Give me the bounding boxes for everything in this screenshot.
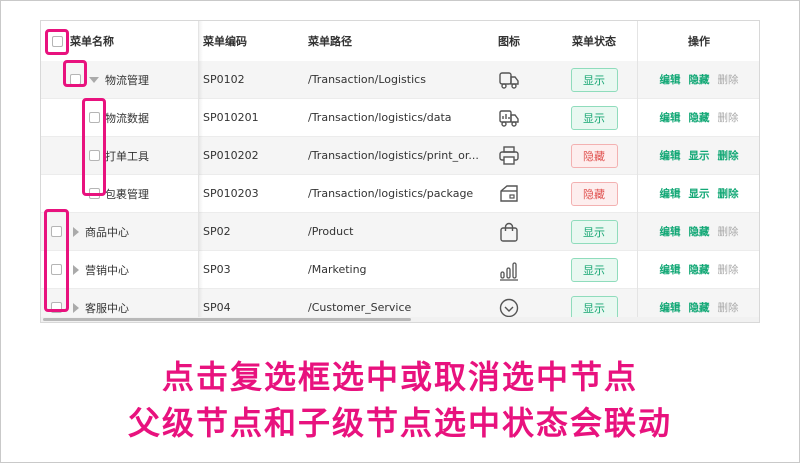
status-badge: 隐藏 bbox=[570, 181, 618, 206]
table-row[interactable]: 物流管理 SP0102 /Transaction/Logistics 显示 编辑… bbox=[41, 61, 759, 99]
shopping-bag-icon bbox=[500, 222, 518, 242]
package-icon bbox=[500, 184, 518, 202]
edit-button[interactable]: 编辑 bbox=[660, 186, 681, 201]
delete-button[interactable]: 删除 bbox=[718, 186, 739, 201]
row-name: 包裹管理 bbox=[105, 187, 149, 201]
row-code: SP010201 bbox=[203, 111, 259, 124]
col-header-path: 菜单路径 bbox=[308, 35, 352, 48]
delete-button[interactable]: 删除 bbox=[718, 148, 739, 163]
table-row[interactable]: 物流数据 SP010201 /Transaction/logistics/dat… bbox=[41, 99, 759, 137]
caption-line-2: 父级节点和子级节点选中状态会联动 bbox=[127, 404, 672, 442]
row-path: /Product bbox=[308, 225, 354, 238]
highlight-select-all bbox=[45, 29, 69, 55]
toggle-visibility-button[interactable]: 显示 bbox=[689, 148, 710, 163]
row-code: SP0102 bbox=[203, 73, 245, 86]
delivery-stats-icon bbox=[499, 109, 519, 127]
row-path: /Transaction/logistics/package bbox=[308, 187, 474, 200]
status-badge: 隐藏 bbox=[570, 143, 618, 168]
toggle-visibility-button[interactable]: 隐藏 bbox=[689, 300, 710, 315]
status-badge: 显示 bbox=[570, 67, 618, 92]
delete-button[interactable]: 删除 bbox=[718, 262, 739, 277]
row-name: 打单工具 bbox=[105, 149, 149, 163]
col-header-ops: 操作 bbox=[688, 35, 710, 48]
table-row[interactable]: 打单工具 SP010202 /Transaction/logistics/pri… bbox=[41, 137, 759, 175]
bar-chart-icon bbox=[500, 261, 518, 281]
column-divider bbox=[637, 21, 638, 317]
row-code: SP010202 bbox=[203, 149, 259, 162]
row-code: SP02 bbox=[203, 225, 231, 238]
delete-button[interactable]: 删除 bbox=[718, 110, 739, 125]
row-name: 商品中心 bbox=[85, 225, 129, 239]
delete-button[interactable]: 删除 bbox=[718, 72, 739, 87]
row-path: /Marketing bbox=[308, 263, 367, 276]
col-header-icon: 图标 bbox=[498, 35, 520, 48]
caret-right-icon[interactable] bbox=[73, 264, 79, 275]
row-path: /Transaction/logistics/data bbox=[308, 111, 452, 124]
row-code: SP03 bbox=[203, 263, 231, 276]
customer-service-icon bbox=[499, 298, 519, 317]
toggle-visibility-button[interactable]: 隐藏 bbox=[689, 72, 710, 87]
toggle-visibility-button[interactable]: 隐藏 bbox=[689, 110, 710, 125]
col-header-code: 菜单编码 bbox=[203, 35, 247, 48]
highlight-sibling-checkboxes bbox=[44, 209, 69, 312]
table-header: 菜单名称 菜单编码 菜单路径 图标 菜单状态 操作 bbox=[41, 21, 759, 62]
toggle-visibility-button[interactable]: 隐藏 bbox=[689, 262, 710, 277]
caret-right-icon[interactable] bbox=[73, 302, 79, 313]
toggle-visibility-button[interactable]: 显示 bbox=[689, 186, 710, 201]
col-header-status: 菜单状态 bbox=[572, 35, 616, 48]
delete-button[interactable]: 删除 bbox=[718, 300, 739, 315]
caption-line-1: 点击复选框选中或取消选中节点 bbox=[161, 358, 638, 396]
edit-button[interactable]: 编辑 bbox=[660, 110, 681, 125]
delete-button[interactable]: 删除 bbox=[718, 224, 739, 239]
row-path: /Transaction/Logistics bbox=[308, 73, 426, 86]
status-badge: 显示 bbox=[570, 219, 618, 244]
caret-right-icon[interactable] bbox=[73, 226, 79, 237]
status-badge: 显示 bbox=[570, 295, 618, 320]
row-name: 营销中心 bbox=[85, 263, 129, 277]
caret-down-icon[interactable] bbox=[89, 76, 99, 83]
highlight-parent-checkbox bbox=[63, 60, 87, 87]
highlight-child-checkboxes bbox=[82, 98, 106, 196]
toggle-visibility-button[interactable]: 隐藏 bbox=[689, 224, 710, 239]
status-badge: 显示 bbox=[570, 105, 618, 130]
scrollbar-thumb[interactable] bbox=[43, 318, 411, 321]
edit-button[interactable]: 编辑 bbox=[660, 148, 681, 163]
row-name: 物流管理 bbox=[105, 73, 149, 87]
printer-icon bbox=[499, 145, 519, 165]
row-path: /Transaction/logistics/print_or... bbox=[308, 149, 479, 162]
edit-button[interactable]: 编辑 bbox=[660, 262, 681, 277]
row-name: 物流数据 bbox=[105, 111, 149, 125]
horizontal-scrollbar[interactable] bbox=[41, 317, 759, 322]
row-code: SP010203 bbox=[203, 187, 259, 200]
edit-button[interactable]: 编辑 bbox=[660, 224, 681, 239]
table-row[interactable]: 包裹管理 SP010203 /Transaction/logistics/pac… bbox=[41, 175, 759, 213]
fixed-column-shadow bbox=[199, 21, 203, 317]
table-row[interactable]: 营销中心 SP03 /Marketing 显示 编辑 隐藏 删除 bbox=[41, 251, 759, 289]
status-badge: 显示 bbox=[570, 257, 618, 282]
row-name: 客服中心 bbox=[85, 301, 129, 315]
edit-button[interactable]: 编辑 bbox=[660, 72, 681, 87]
edit-button[interactable]: 编辑 bbox=[660, 300, 681, 315]
truck-icon bbox=[499, 71, 519, 89]
table-row[interactable]: 商品中心 SP02 /Product 显示 编辑 隐藏 删除 bbox=[41, 213, 759, 251]
menu-table-screenshot: 菜单名称 菜单编码 菜单路径 图标 菜单状态 操作 物流管理 SP0102 /T… bbox=[40, 20, 760, 323]
